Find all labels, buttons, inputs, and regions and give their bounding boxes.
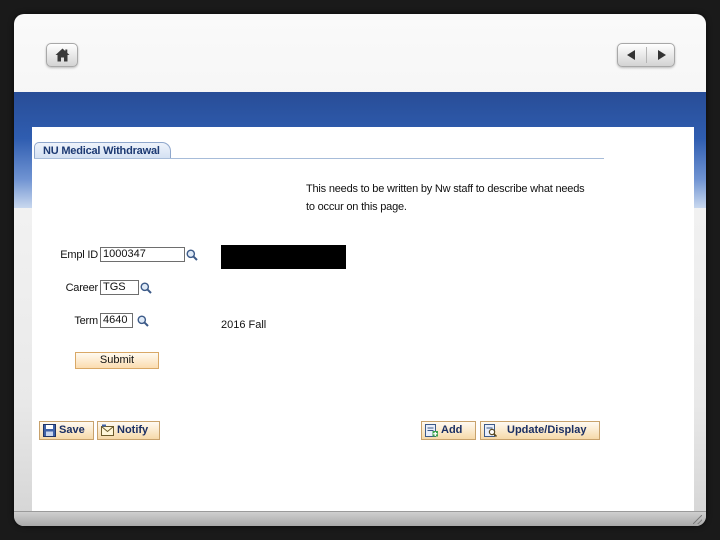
add-label: Add: [441, 424, 463, 436]
update-display-button[interactable]: Update/Display: [480, 421, 600, 440]
peoplesoft-page: NU Medical Withdrawal This needs to be w…: [32, 127, 694, 517]
instructions-line-1: This needs to be written by Nw staff to …: [306, 183, 585, 195]
save-label: Save: [59, 424, 85, 436]
arrow-left-icon: [627, 50, 635, 60]
notify-label: Notify: [117, 424, 149, 436]
tab-nu-medical-withdrawal[interactable]: NU Medical Withdrawal: [34, 142, 171, 159]
next-slide-button[interactable]: [647, 44, 675, 66]
update-display-icon: [484, 424, 497, 437]
slide-bottom-bar: [14, 511, 706, 526]
tab-underline: [34, 158, 604, 159]
add-icon: [425, 424, 438, 437]
emplid-label: Empl ID: [60, 249, 98, 261]
save-disk-icon: [43, 424, 56, 437]
slide-navigation: [617, 43, 675, 67]
slide-frame: NU Medical Withdrawal This needs to be w…: [14, 14, 706, 526]
term-field[interactable]: 4640: [100, 313, 133, 328]
instructions-line-2: to occur on this page.: [306, 201, 407, 213]
emplid-field[interactable]: 1000347: [100, 247, 185, 262]
notify-icon: [101, 424, 114, 436]
career-label: Career: [65, 282, 99, 294]
add-button[interactable]: Add: [421, 421, 476, 440]
magnifier-icon[interactable]: [186, 249, 198, 261]
resize-grip-icon[interactable]: [693, 515, 702, 524]
magnifier-icon[interactable]: [140, 282, 152, 294]
home-icon: [55, 48, 70, 62]
arrow-right-icon: [658, 50, 666, 60]
previous-slide-button[interactable]: [618, 44, 646, 66]
career-field[interactable]: TGS: [100, 280, 139, 295]
home-button[interactable]: [46, 43, 78, 67]
page-instructions: This needs to be written by Nw staff to …: [306, 180, 616, 216]
save-button[interactable]: Save: [39, 421, 94, 440]
update-display-label: Update/Display: [507, 424, 587, 436]
term-label: Term: [74, 315, 98, 327]
submit-button[interactable]: Submit: [75, 352, 159, 369]
term-description: 2016 Fall: [221, 319, 267, 331]
redacted-name-block: [221, 245, 346, 269]
notify-button[interactable]: Notify: [97, 421, 160, 440]
magnifier-icon[interactable]: [137, 315, 149, 327]
